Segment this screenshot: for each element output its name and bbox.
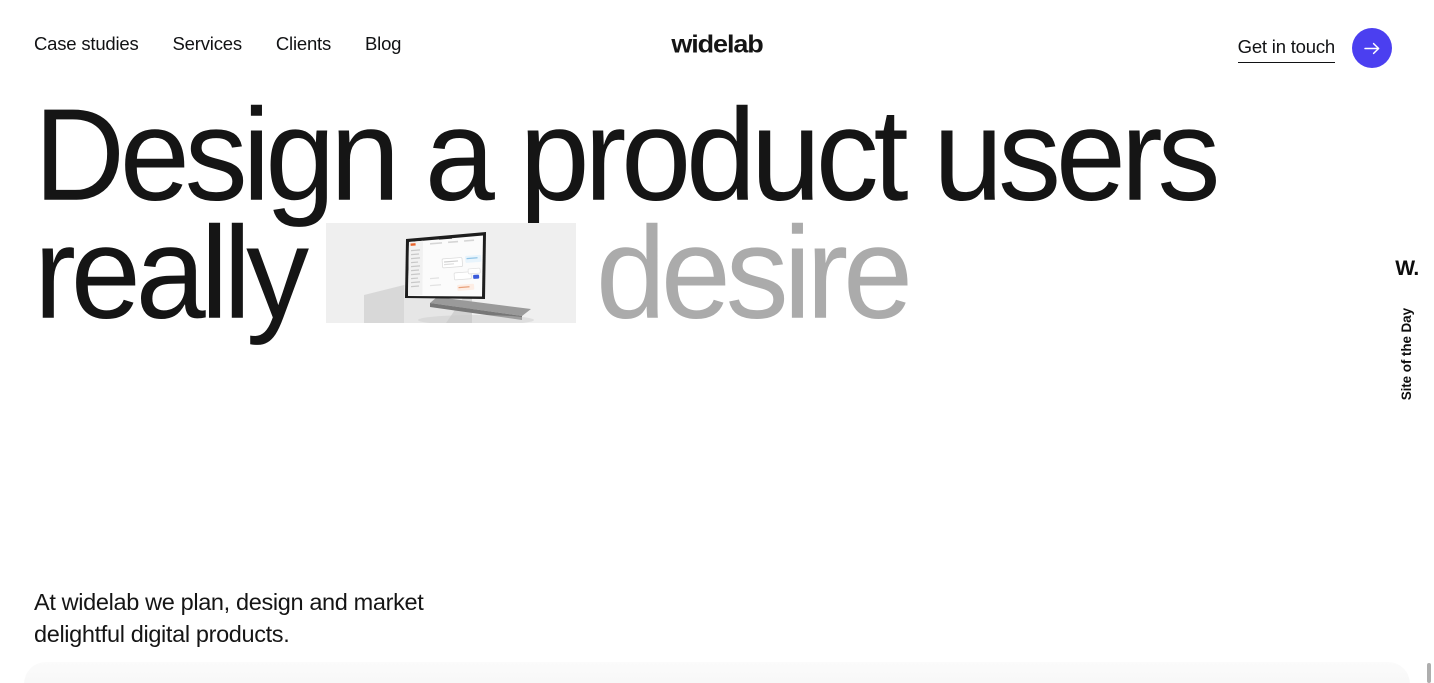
headline-line-2-before: really xyxy=(34,199,309,346)
headline-row-2: really desire xyxy=(0,199,1434,346)
get-in-touch-link[interactable]: Get in touch xyxy=(1237,34,1335,63)
page-scrollbar[interactable] xyxy=(1427,663,1431,683)
arrow-right-icon xyxy=(1363,42,1381,55)
page-root: Case studies Services Clients Blog widel… xyxy=(0,0,1434,683)
next-section-panel xyxy=(24,662,1410,683)
nav-item-clients[interactable]: Clients xyxy=(276,31,331,57)
hero-section: Design a product users really desire xyxy=(0,81,1434,346)
headline-row-1: Design a product users xyxy=(0,81,1434,228)
intro-line-1: At widelab we plan, design and market xyxy=(34,589,424,615)
nav-item-blog[interactable]: Blog xyxy=(365,31,401,57)
logo-wordmark: widelab xyxy=(671,30,763,58)
site-header: Case studies Services Clients Blog widel… xyxy=(0,0,1434,86)
award-badge[interactable]: W. Site of the Day xyxy=(1380,257,1434,401)
intro-paragraph: At widelab we plan, design and market de… xyxy=(34,586,424,650)
award-badge-mark: W. xyxy=(1395,257,1419,280)
nav-item-services[interactable]: Services xyxy=(173,31,243,57)
headline-line-1: Design a product users xyxy=(34,81,1220,228)
award-badge-label: Site of the Day xyxy=(1399,308,1414,401)
intro-line-2: delightful digital products. xyxy=(34,621,290,647)
hero-media-laptop[interactable] xyxy=(325,223,576,323)
get-in-touch-button[interactable] xyxy=(1352,28,1392,68)
primary-navigation: Case studies Services Clients Blog xyxy=(34,31,401,57)
nav-item-case-studies[interactable]: Case studies xyxy=(34,31,139,57)
header-cta-group: Get in touch xyxy=(1237,28,1392,68)
headline-line-2-after: desire xyxy=(595,199,913,346)
